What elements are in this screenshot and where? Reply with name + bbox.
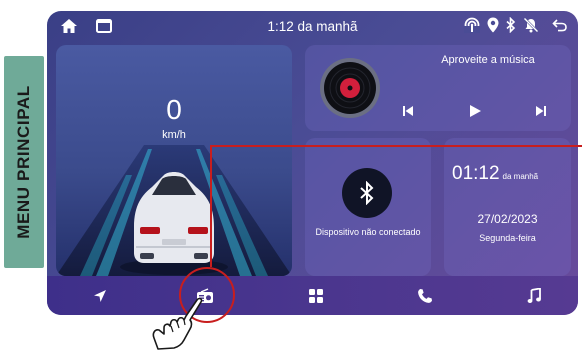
status-bar: 1:12 da manhã [47, 11, 578, 43]
clock-panel[interactable]: 01:12 da manhã 27/02/2023 Segunda-feira [444, 138, 571, 276]
clock-period: da manhã [502, 172, 539, 181]
next-icon[interactable] [530, 100, 552, 122]
callout-line-vertical [210, 145, 212, 267]
clock-time: 01:12 [452, 163, 500, 184]
music-title: Aproveite a música [441, 54, 535, 66]
play-icon[interactable] [464, 100, 486, 122]
road-car-illustration [56, 145, 292, 276]
side-label-text: MENU PRINCIPAL [14, 85, 33, 239]
bluetooth-status: Dispositivo não conectado [315, 227, 421, 237]
side-label: MENU PRINCIPAL [4, 56, 44, 268]
head-unit-screen: 1:12 da manhã 0 km/h Aproveite a música … [47, 11, 578, 315]
clock-time-row: 01:12 da manhã [452, 163, 538, 185]
bluetooth-large-icon [342, 168, 392, 218]
navigation-icon[interactable] [87, 283, 113, 309]
apps-icon[interactable] [303, 283, 329, 309]
vinyl-record-icon [320, 58, 380, 118]
music-icon[interactable] [521, 283, 547, 309]
clock-date: 27/02/2023 [477, 212, 538, 226]
back-icon[interactable] [552, 18, 568, 32]
bottom-nav [47, 276, 578, 315]
phone-icon[interactable] [412, 283, 438, 309]
callout-line-horizontal [210, 145, 582, 147]
speed-value: 0 [166, 94, 182, 125]
speed-panel[interactable]: 0 km/h [56, 45, 292, 276]
previous-icon[interactable] [397, 100, 419, 122]
mute-icon [523, 17, 539, 33]
page: MENU PRINCIPAL 1:12 da manhã 0 km/h Apro… [0, 0, 582, 351]
clock-weekday: Segunda-feira [479, 233, 536, 243]
location-icon [487, 17, 499, 33]
bluetooth-icon [506, 17, 516, 33]
music-panel[interactable]: Aproveite a música [305, 45, 571, 131]
hotspot-icon [464, 17, 480, 33]
bluetooth-panel[interactable]: Dispositivo não conectado [305, 138, 431, 276]
pointer-hand-icon [152, 298, 203, 350]
status-icons [464, 17, 568, 33]
